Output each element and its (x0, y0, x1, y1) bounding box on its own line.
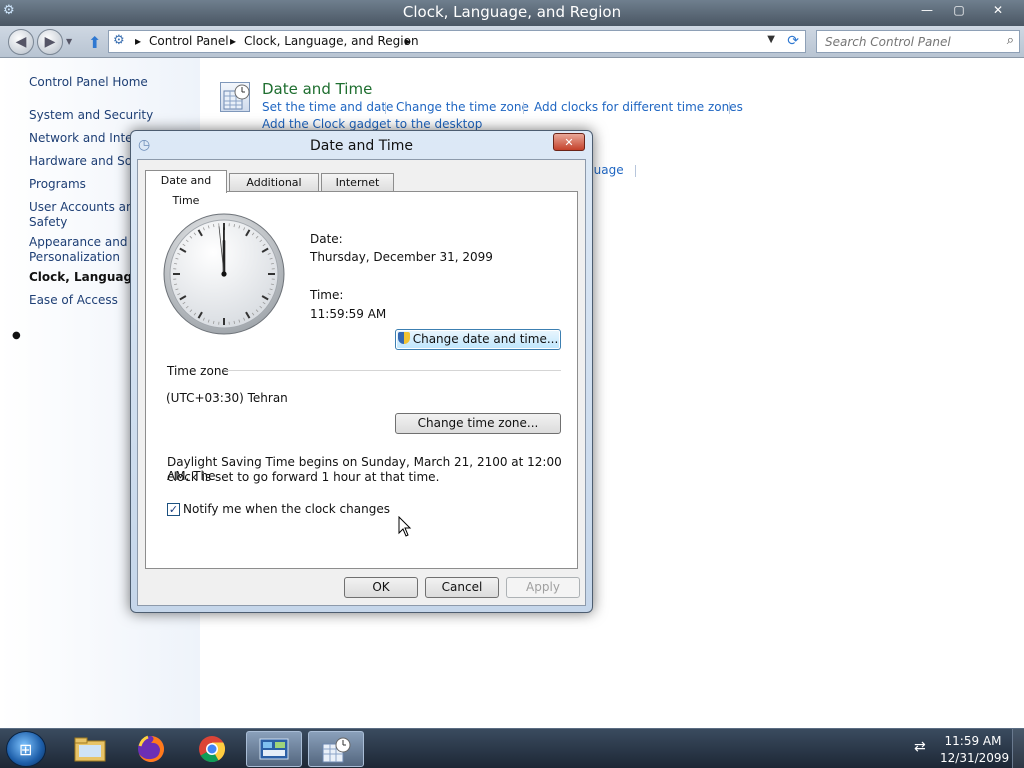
nav-user-accounts-line2[interactable]: Safety (29, 215, 67, 230)
control-panel-icon: ⚙ (113, 33, 125, 48)
uac-shield-icon (397, 332, 410, 344)
control-panel-icon[interactable] (246, 731, 302, 767)
taskbar-clock-date[interactable]: 12/31/2099 (940, 751, 1009, 765)
tab-internet-time[interactable]: Internet Time (321, 173, 394, 206)
crumb-separator[interactable]: ▸ (405, 34, 411, 48)
search-icon[interactable]: ⌕ (1007, 33, 1014, 48)
link-separator (523, 102, 524, 114)
notify-checkbox[interactable]: ✓ (167, 503, 180, 516)
navigation-bar: ◀ ▶ ▼ ⬆ ⚙ ▸ Control Panel ▸ Clock, Langu… (0, 26, 1024, 58)
taskbar-clock-time[interactable]: 11:59 AM (940, 734, 1006, 748)
dialog-client-area: Date and Time Additional Clocks Internet… (137, 159, 586, 606)
dialog-close-button[interactable]: ✕ (553, 133, 585, 151)
dialog-title: Date and Time (310, 138, 413, 154)
notify-label[interactable]: Notify me when the clock changes (183, 502, 390, 516)
change-date-time-label: Change date and time... (412, 332, 559, 346)
change-date-time-button[interactable]: Change date and time... (395, 329, 561, 350)
analog-clock (163, 213, 285, 335)
apply-button[interactable]: Apply (506, 577, 580, 598)
date-time-icon[interactable] (308, 731, 364, 767)
link-add-clocks[interactable]: Add clocks for different time zones (534, 100, 743, 114)
address-dropdown-icon[interactable]: ▼ (767, 34, 775, 45)
taskbar: ⊞ ⇄ 11:59 AM 12/31/2099 (0, 728, 1024, 768)
back-button[interactable]: ◀ (8, 29, 34, 55)
maximize-button[interactable]: ▢ (944, 1, 974, 19)
time-value: 11:59:59 AM (310, 307, 387, 321)
mouse-cursor-icon (398, 516, 412, 537)
forward-button[interactable]: ▶ (37, 29, 63, 55)
date-and-time-category-icon[interactable] (220, 82, 250, 112)
date-and-time-dialog: ◷ Date and Time ✕ Date and Time Addition… (130, 130, 593, 613)
link-set-time-and-date[interactable]: Set the time and date (262, 100, 393, 114)
windows-explorer-icon[interactable] (62, 731, 118, 767)
time-zone-heading: Time zone (167, 364, 229, 378)
nav-appearance-line1[interactable]: Appearance and (29, 235, 127, 250)
close-window-button[interactable]: ✕ (976, 1, 1020, 19)
nav-programs[interactable]: Programs (29, 177, 86, 192)
recent-pages-dropdown-icon[interactable]: ▼ (66, 37, 72, 46)
link-separator (729, 102, 730, 114)
crumb-separator[interactable]: ▸ (230, 34, 236, 48)
nav-control-panel-home[interactable]: Control Panel Home (29, 75, 148, 90)
start-button[interactable]: ⊞ (6, 731, 46, 767)
window-titlebar: ⚙ Clock, Language, and Region — ▢ ✕ (0, 0, 1024, 26)
breadcrumb-clock-language-region[interactable]: Clock, Language, and Region (244, 34, 419, 48)
nav-ease-of-access[interactable]: Ease of Access (29, 293, 118, 308)
tab-panel-date-and-time: Date: Thursday, December 31, 2099 Time: … (145, 191, 578, 569)
tab-additional-clocks[interactable]: Additional Clocks (229, 173, 319, 206)
breadcrumb-control-panel[interactable]: Control Panel (149, 34, 229, 48)
nav-user-accounts-line1[interactable]: User Accounts and (29, 200, 141, 215)
time-zone-divider (226, 370, 561, 371)
link-add-clock-gadget[interactable]: Add the Clock gadget to the desktop (262, 117, 482, 131)
tab-date-and-time[interactable]: Date and Time (145, 170, 227, 207)
date-label: Date: (310, 232, 343, 246)
category-title-date-and-time[interactable]: Date and Time (262, 80, 372, 98)
network-icon[interactable]: ⇄ (914, 739, 926, 755)
up-arrow-icon[interactable]: ⬆ (88, 33, 101, 52)
nav-appearance-line2[interactable]: Personalization (29, 250, 120, 265)
link-separator (635, 165, 636, 177)
chrome-icon[interactable] (184, 731, 240, 767)
firefox-icon[interactable] (123, 731, 179, 767)
window-title: Clock, Language, and Region (402, 3, 622, 21)
show-desktop-button[interactable] (1012, 729, 1024, 768)
time-label: Time: (310, 288, 344, 302)
search-box[interactable]: ⌕ (816, 30, 1020, 53)
minimize-button[interactable]: — (912, 1, 942, 19)
current-item-bullet-icon: ● (12, 330, 21, 341)
link-change-time-zone[interactable]: Change the time zone (396, 100, 529, 114)
address-bar[interactable]: ⚙ ▸ Control Panel ▸ Clock, Language, and… (108, 30, 806, 53)
nav-system-and-security[interactable]: System and Security (29, 108, 153, 123)
change-time-zone-button[interactable]: Change time zone... (395, 413, 561, 434)
crumb-separator[interactable]: ▸ (135, 34, 141, 48)
windows-logo-icon: ⊞ (19, 740, 33, 759)
link-separator (385, 102, 386, 114)
search-input[interactable] (817, 31, 992, 52)
refresh-icon[interactable]: ⟳ (787, 33, 799, 49)
ok-button[interactable]: OK (344, 577, 418, 598)
cancel-button[interactable]: Cancel (425, 577, 499, 598)
dst-info-line2: clock is set to go forward 1 hour at tha… (167, 470, 440, 484)
date-value: Thursday, December 31, 2099 (310, 250, 493, 264)
nav-network-and-internet[interactable]: Network and Intern (29, 131, 145, 146)
time-zone-value: (UTC+03:30) Tehran (166, 391, 288, 405)
